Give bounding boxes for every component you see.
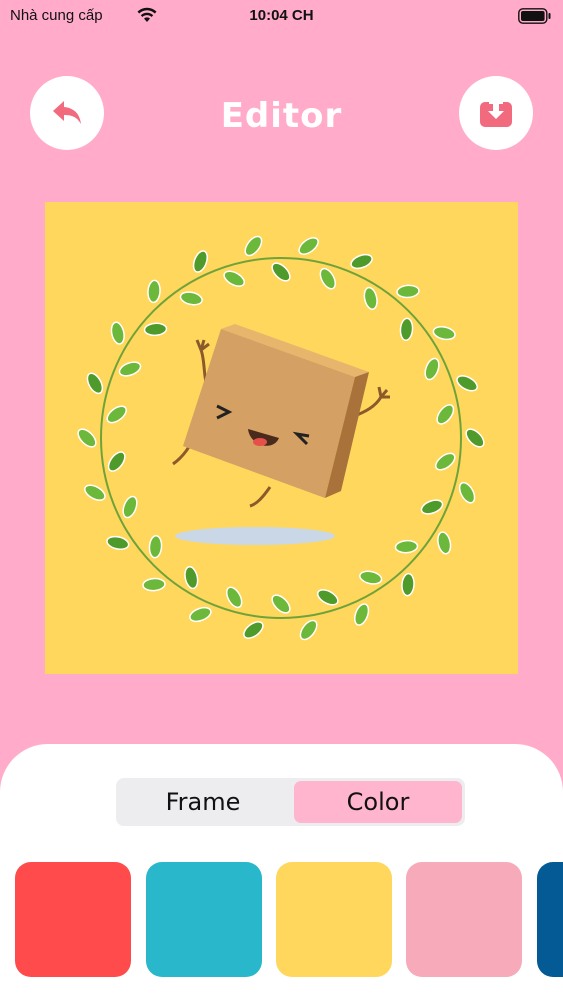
leaf-shape: [244, 235, 263, 257]
color-swatch-pink[interactable]: [406, 862, 522, 977]
leaf-shape: [350, 253, 373, 270]
editor-canvas[interactable]: [45, 202, 518, 674]
color-swatch-cyan[interactable]: [146, 862, 262, 977]
leaf-shape: [456, 375, 478, 392]
leaf-shape: [458, 481, 476, 504]
leaf-shape: [84, 484, 106, 501]
tab-frame[interactable]: Frame: [119, 781, 287, 823]
leaf-shape: [354, 603, 370, 626]
leaf-shape: [179, 291, 203, 306]
leaf-shape: [110, 321, 125, 345]
mode-segmented-control: Frame Color: [116, 778, 465, 826]
box-front: [183, 329, 355, 498]
leaf-shape: [424, 357, 440, 381]
leaf-shape: [359, 570, 383, 585]
download-button[interactable]: [459, 76, 533, 150]
color-swatch-yellow[interactable]: [276, 862, 392, 977]
leaf-shape: [77, 428, 97, 448]
leaf-shape: [148, 534, 163, 559]
leaf-shape: [147, 279, 161, 304]
leaf-shape: [299, 619, 318, 641]
leaf-shape: [143, 322, 168, 337]
leaf-shape: [399, 317, 414, 342]
leaf-shape: [435, 452, 456, 471]
leaf-shape: [106, 405, 127, 424]
leaf-shape: [363, 286, 378, 310]
tab-color[interactable]: Color: [294, 781, 462, 823]
leaf-shape: [436, 404, 455, 425]
leaf-shape: [106, 535, 130, 550]
battery-icon: [518, 8, 551, 24]
leaf-shape: [401, 572, 415, 597]
download-icon: [480, 98, 512, 127]
leaf-shape: [394, 539, 419, 554]
leaf-shape: [243, 621, 264, 639]
leaf-shape: [226, 586, 243, 609]
leaf-shape: [189, 606, 212, 623]
color-swatch-red[interactable]: [15, 862, 131, 977]
leaf-shape: [319, 267, 336, 290]
leaf-shape: [122, 495, 138, 519]
leaf-shape: [192, 250, 208, 273]
leaf-shape: [271, 594, 291, 614]
leaf-shape: [86, 372, 104, 395]
wreath-box-artwork: [77, 235, 485, 641]
leaf-shape: [465, 428, 485, 448]
leaf-shape: [107, 451, 126, 472]
clock: 10:04 CH: [249, 7, 314, 24]
color-swatch-list: [15, 862, 563, 977]
leaf-shape: [118, 361, 142, 377]
leaf-shape: [432, 326, 456, 341]
leaf-shape: [184, 566, 199, 590]
color-swatch-blue[interactable]: [537, 862, 563, 977]
status-bar: Nhà cung cấp 10:04 CH: [0, 0, 563, 34]
leaf-shape: [420, 499, 444, 515]
leaf-shape: [437, 531, 452, 555]
leaf-shape: [271, 262, 291, 282]
leaf-shape: [142, 577, 166, 592]
leaf-shape: [223, 270, 246, 287]
shadow-shape: [175, 527, 335, 545]
leaf-shape: [396, 284, 420, 299]
leaf-shape: [298, 237, 319, 255]
leaf-shape: [316, 589, 339, 606]
